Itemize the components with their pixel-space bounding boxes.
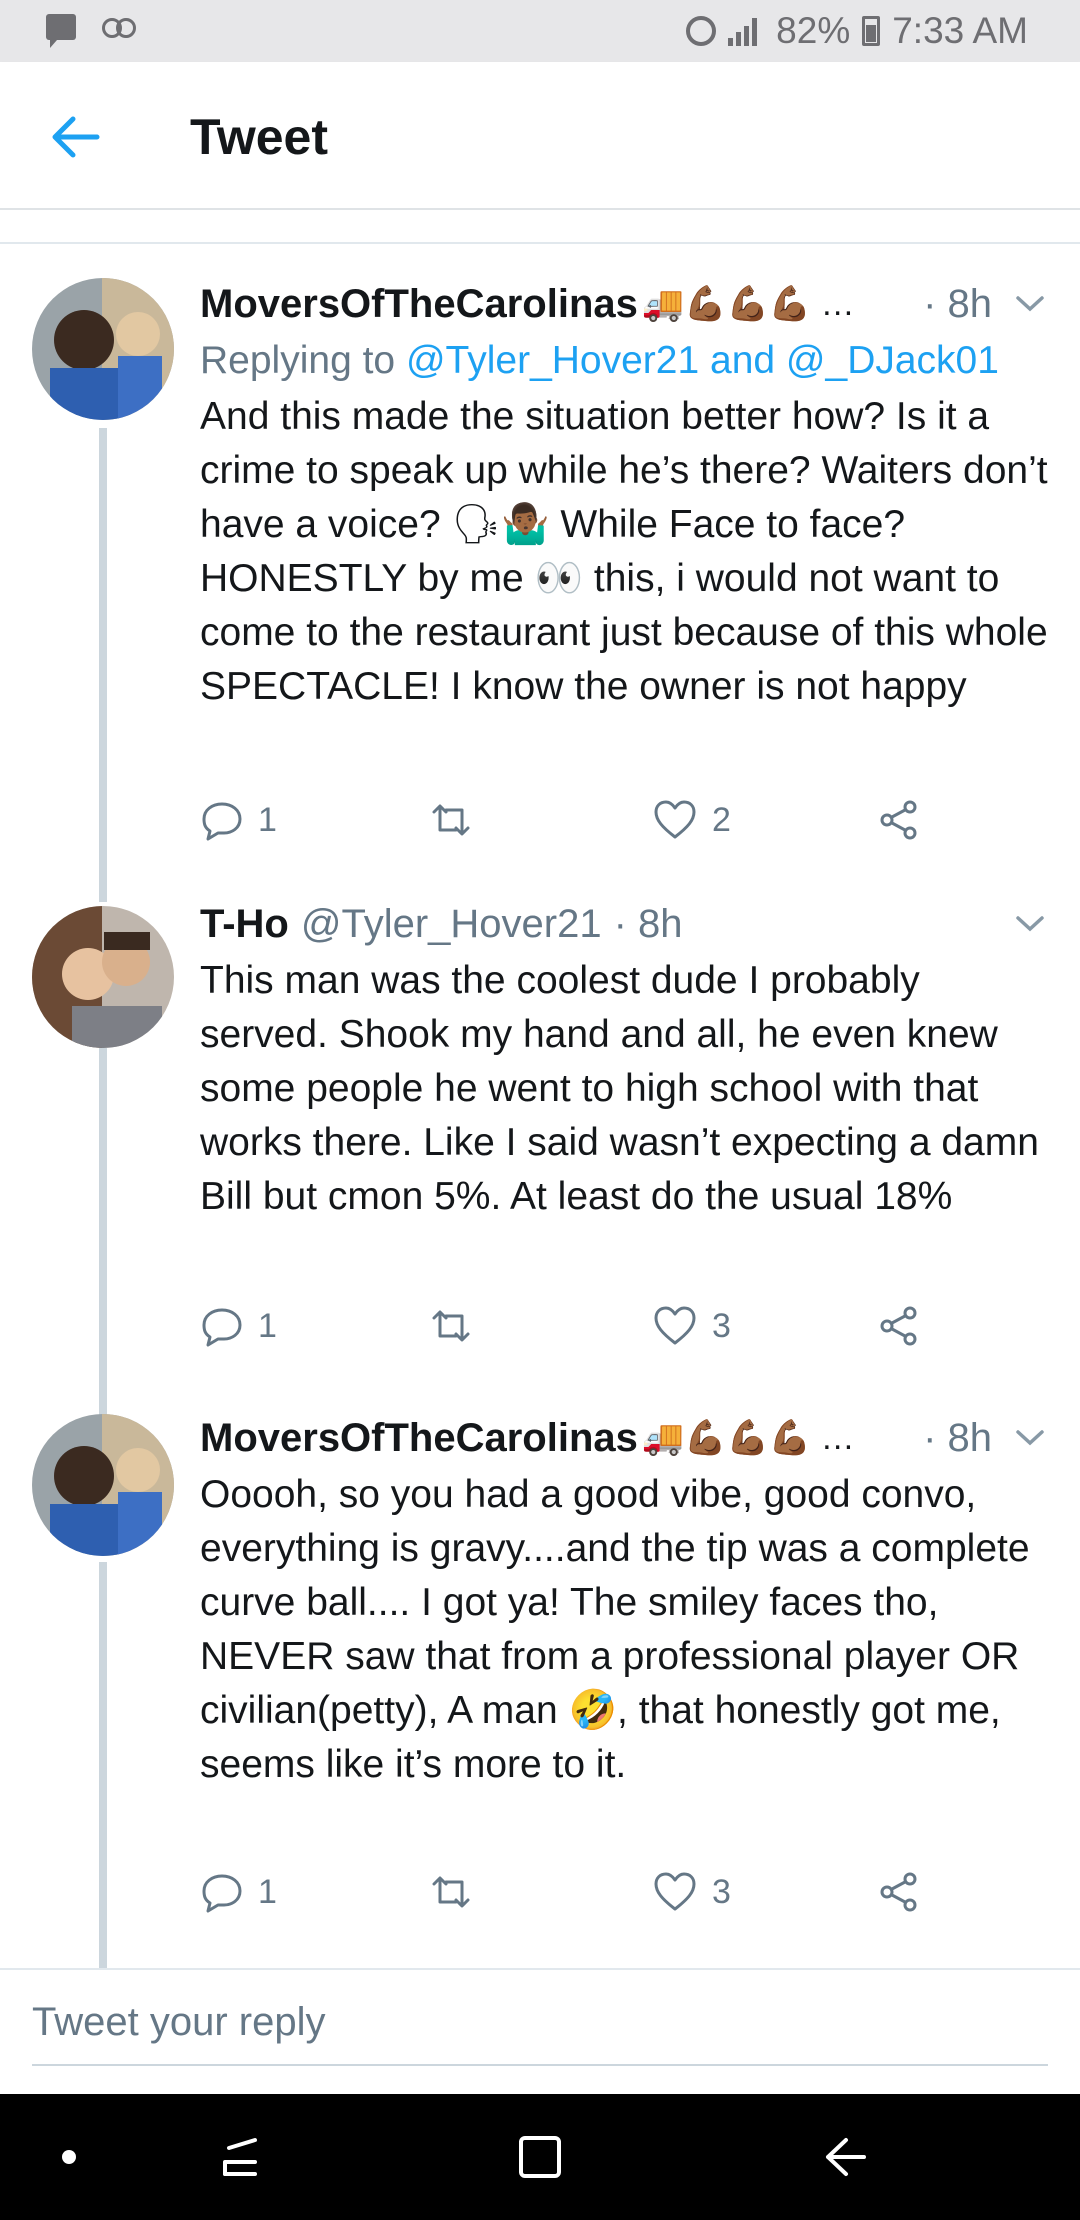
- share-button[interactable]: [878, 1305, 920, 1347]
- like-button[interactable]: 3: [652, 1871, 878, 1913]
- heart-icon: [654, 1306, 696, 1345]
- reply-icon: [202, 1308, 242, 1347]
- retweet-button[interactable]: [426, 800, 652, 840]
- arrow-left-icon: [52, 116, 100, 158]
- like-count: 3: [712, 1306, 731, 1345]
- reply-icon: [202, 802, 242, 841]
- tweet-text: This man was the coolest dude I probably…: [200, 959, 1039, 1218]
- display-name[interactable]: T-Ho: [200, 902, 289, 947]
- share-icon: [880, 800, 917, 840]
- thread-line: [99, 428, 107, 902]
- avatar[interactable]: [32, 278, 174, 420]
- share-button[interactable]: [878, 799, 920, 841]
- reply-composer: Tweet your reply: [0, 1968, 1080, 2094]
- avatar[interactable]: [32, 906, 174, 1048]
- message-icon: [46, 14, 76, 48]
- display-name[interactable]: MoversOfTheCarolinas: [200, 1416, 638, 1461]
- like-count: 2: [712, 800, 731, 839]
- dot-icon[interactable]: [34, 2122, 104, 2192]
- chevron-down-icon[interactable]: [1010, 1418, 1050, 1458]
- tweet-text: Ooooh, so you had a good vibe, good conv…: [200, 1473, 1030, 1786]
- thread-line: [99, 1562, 107, 1968]
- divider: [0, 210, 1080, 244]
- like-button[interactable]: 3: [652, 1305, 878, 1347]
- chevron-down-icon[interactable]: [1010, 904, 1050, 944]
- replying-to: Replying to @Tyler_Hover21 and @_DJack01: [200, 334, 1050, 388]
- tweet-time: · 8h: [923, 1415, 992, 1460]
- name-emojis: 🚚💪🏾💪🏾💪🏾 …: [641, 1419, 855, 1457]
- reply-button[interactable]: 1: [200, 1870, 426, 1914]
- reply-button[interactable]: 1: [200, 1304, 426, 1348]
- share-button[interactable]: [878, 1871, 920, 1913]
- app-header: Tweet: [0, 62, 1080, 210]
- user-handle[interactable]: @Tyler_Hover21: [301, 902, 602, 947]
- signal-icon: [728, 16, 764, 46]
- like-button[interactable]: 2: [652, 799, 878, 841]
- like-count: 3: [712, 1872, 731, 1911]
- share-icon: [880, 1306, 917, 1346]
- page-title: Tweet: [190, 109, 328, 165]
- tweet-actions: 1 3: [200, 1862, 920, 1922]
- replying-to-prefix: Replying to: [200, 339, 396, 382]
- back-button[interactable]: [40, 102, 110, 172]
- battery-icon: [862, 16, 881, 46]
- retweet-icon: [432, 1310, 470, 1342]
- avatar[interactable]: [32, 1414, 174, 1556]
- retweet-icon: [432, 1876, 470, 1908]
- reply-count: 1: [258, 1306, 277, 1345]
- tweet-time: · 8h: [613, 901, 683, 946]
- tweet-actions: 1 3: [200, 1296, 920, 1356]
- recent-apps-icon[interactable]: [205, 2122, 275, 2192]
- back-icon[interactable]: [810, 2122, 880, 2192]
- display-name[interactable]: MoversOfTheCarolinas: [200, 282, 638, 327]
- name-emojis: 🚚💪🏾💪🏾💪🏾 …: [641, 285, 855, 323]
- heart-icon: [654, 1872, 696, 1911]
- battery-percent: 82%: [776, 10, 851, 51]
- reply-icon: [202, 1874, 242, 1913]
- retweet-button[interactable]: [426, 1872, 652, 1912]
- tweet-text: And this made the situation better how? …: [200, 395, 1048, 708]
- reply-input[interactable]: Tweet your reply: [32, 2000, 1048, 2066]
- share-icon: [880, 1872, 917, 1912]
- replying-to-handles[interactable]: @Tyler_Hover21 and @_DJack01: [406, 339, 999, 382]
- chevron-down-icon[interactable]: [1010, 284, 1050, 324]
- alarm-icon: [686, 16, 717, 46]
- home-icon[interactable]: [505, 2122, 575, 2192]
- tweet-time: · 8h: [923, 281, 992, 326]
- reply-button[interactable]: 1: [200, 798, 426, 842]
- heart-icon: [654, 800, 696, 839]
- reply-count: 1: [258, 1872, 277, 1911]
- clock: 7:33 AM: [892, 10, 1028, 51]
- tweet-actions: 1 2: [200, 790, 920, 850]
- status-bar: 82% 7:33 AM: [0, 0, 1080, 62]
- retweet-icon: [432, 804, 470, 836]
- reply-count: 1: [258, 800, 277, 839]
- system-nav-bar: [0, 2094, 1080, 2220]
- retweet-button[interactable]: [426, 1306, 652, 1346]
- voicemail-icon: [102, 18, 136, 38]
